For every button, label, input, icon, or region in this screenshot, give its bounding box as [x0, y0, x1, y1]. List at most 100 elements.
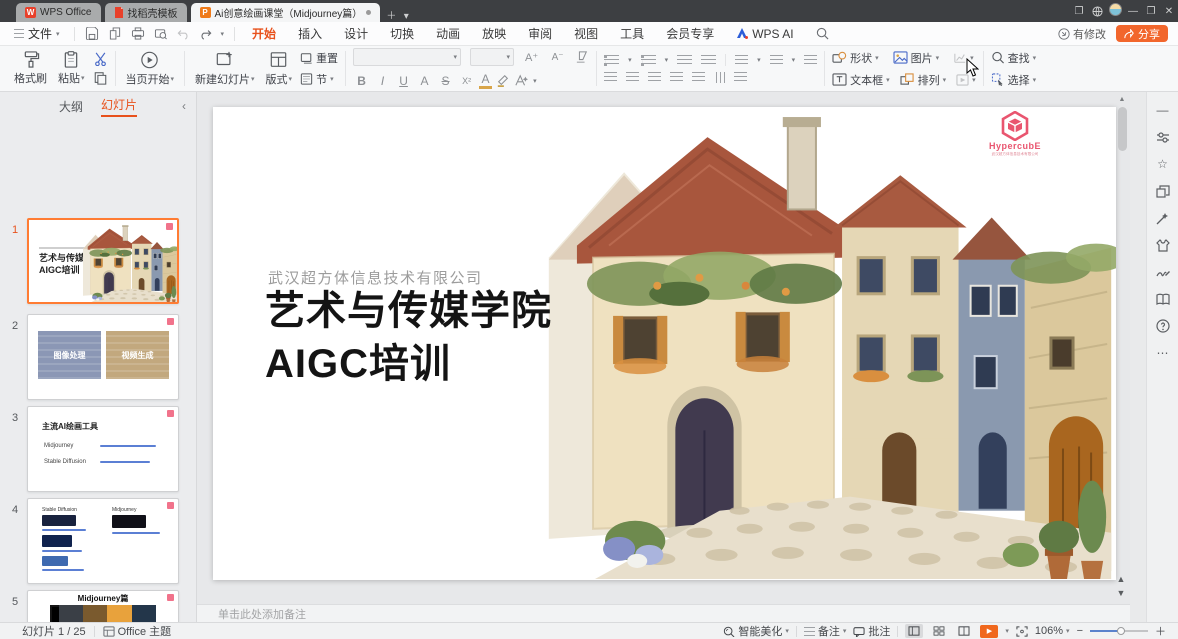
shapes-button[interactable]: 形状▾ [832, 50, 879, 66]
italic-button[interactable]: I [374, 74, 391, 88]
format-painter-button[interactable]: 格式刷 [11, 51, 50, 86]
bold-button[interactable]: B [353, 74, 370, 88]
tab-list-button[interactable]: ▾ [400, 11, 412, 22]
output-icon[interactable] [108, 27, 122, 40]
village-illustration[interactable] [544, 107, 1116, 579]
magic-wand-icon[interactable] [1155, 210, 1171, 226]
scroll-up-icon[interactable]: ▲ [1116, 96, 1128, 103]
align-left-icon[interactable] [604, 72, 617, 83]
menu-animation[interactable]: 动画 [425, 25, 471, 42]
slide-thumbnail-2[interactable]: 图像处理 视频生成 [27, 314, 179, 400]
slide-title-text[interactable]: 艺术与传媒学院 AIGC培训 [265, 285, 552, 391]
play-options-icon[interactable]: ▾ [1005, 627, 1009, 635]
bullet-list-icon[interactable] [604, 55, 619, 66]
paragraph-settings-icon[interactable] [804, 55, 817, 66]
duplicate-icon[interactable] [1155, 183, 1171, 199]
menu-home[interactable]: 开始 [241, 25, 287, 42]
slide-sorter-view-button[interactable] [930, 624, 948, 638]
more-tools-icon[interactable]: ⋯ [1155, 345, 1171, 361]
avatar[interactable] [1106, 3, 1124, 19]
tab-wps-office[interactable]: W WPS Office [16, 3, 101, 22]
zoom-in-button[interactable]: ＋ [1155, 623, 1166, 639]
effects-star-icon[interactable]: ☆ [1155, 156, 1171, 172]
collapse-panel-button[interactable]: ‹ [182, 99, 186, 113]
picture-button[interactable]: 图片▾ [893, 50, 940, 66]
tab-current-presentation[interactable]: P Ai创意绘画课堂（Midjourney篇） [191, 3, 381, 22]
reference-book-icon[interactable] [1155, 291, 1171, 307]
reading-view-button[interactable] [955, 624, 973, 638]
properties-sliders-icon[interactable] [1155, 129, 1171, 145]
help-icon[interactable] [1155, 318, 1171, 334]
signature-icon[interactable] [1155, 264, 1171, 280]
share-button[interactable]: 分享 [1116, 25, 1168, 42]
notes-placeholder[interactable]: 单击此处添加备注 [197, 606, 306, 622]
text-effects-icon[interactable] [514, 74, 529, 87]
chevron-down-icon[interactable]: ▾ [221, 30, 225, 38]
text-direction-icon[interactable] [735, 55, 748, 66]
print-preview-icon[interactable] [154, 27, 168, 40]
file-menu[interactable]: 文件 ▾ [0, 25, 68, 42]
strikethrough-button[interactable]: S [437, 74, 454, 88]
comments-button[interactable]: 批注 [853, 623, 890, 639]
slide-layout-button[interactable]: 版式▾ [263, 51, 296, 87]
normal-view-button[interactable] [905, 624, 923, 638]
zoom-out-button[interactable]: − [1077, 625, 1083, 637]
ribbon-search[interactable] [805, 27, 840, 40]
skin-icon[interactable] [1155, 237, 1171, 253]
menu-insert[interactable]: 插入 [287, 25, 333, 42]
menu-design[interactable]: 设计 [333, 25, 379, 42]
indent-marks-icon[interactable] [734, 72, 747, 83]
scrollbar-thumb[interactable] [1118, 107, 1127, 151]
section-button[interactable]: 节▾ [300, 71, 338, 87]
increase-font-button[interactable]: A⁺ [523, 51, 540, 64]
smart-beautify-button[interactable]: 智能美化▾ [723, 623, 789, 639]
maximize-button[interactable]: ❐ [1142, 6, 1160, 17]
highlight-pen-icon[interactable] [496, 74, 510, 87]
notes-button[interactable]: 备注▾ [804, 623, 847, 639]
underline-button[interactable]: U [395, 74, 412, 88]
new-tab-button[interactable]: ＋ [382, 7, 400, 22]
undo-icon[interactable] [177, 28, 190, 40]
modified-status[interactable]: 有修改 [1058, 26, 1106, 42]
notes-bar[interactable]: 单击此处添加备注 [197, 604, 1130, 622]
reset-button[interactable]: 重置 [300, 50, 338, 66]
font-size-select[interactable]: ▾ [470, 48, 514, 66]
distribute-icon[interactable] [692, 72, 705, 83]
slideshow-play-button[interactable]: ▶ [980, 625, 998, 638]
tab-docer-templates[interactable]: 找稻壳模板 [105, 3, 187, 22]
previous-slide-button[interactable]: ▲ [1115, 574, 1127, 584]
theme-selector[interactable]: Office 主题 [103, 623, 172, 639]
font-name-select[interactable]: ▾ [353, 48, 461, 66]
numbered-list-icon[interactable] [641, 55, 656, 66]
slide-thumbnail-4[interactable]: Stable Diffusion Midjourney [27, 498, 179, 584]
clear-format-icon[interactable] [575, 51, 589, 63]
textbox-button[interactable]: 文本框▾ [832, 72, 890, 88]
font-color-button[interactable]: A [479, 72, 492, 89]
menu-review[interactable]: 审阅 [517, 25, 563, 42]
menu-slideshow[interactable]: 放映 [471, 25, 517, 42]
arrange-button[interactable]: 排列▾ [900, 72, 947, 88]
menu-membership[interactable]: 会员专享 [655, 25, 725, 42]
menu-wps-ai[interactable]: WPS AI [725, 27, 804, 41]
tab-slides[interactable]: 幻灯片 [101, 96, 137, 117]
align-center-icon[interactable] [626, 72, 639, 83]
redo-icon[interactable] [199, 28, 212, 40]
slide-thumbnail-3[interactable]: 主流AI绘画工具 Midjourney Stable Diffusion [27, 406, 179, 492]
char-effect-button[interactable]: A [416, 74, 433, 88]
menu-transition[interactable]: 切换 [379, 25, 425, 42]
collapse-sidebar-icon[interactable]: — [1155, 102, 1171, 118]
canvas-scrollbar[interactable]: ▲ [1116, 96, 1128, 151]
menu-view[interactable]: 视图 [563, 25, 609, 42]
close-button[interactable]: ✕ [1160, 6, 1178, 17]
tab-outline[interactable]: 大纲 [59, 98, 83, 115]
globe-icon[interactable] [1088, 6, 1106, 17]
superscript-button[interactable]: X² [458, 76, 475, 86]
next-slide-button[interactable]: ▼ [1115, 588, 1127, 598]
copy-icon[interactable] [93, 71, 108, 85]
increase-indent-icon[interactable] [701, 55, 716, 66]
minimize-button[interactable]: — [1124, 6, 1142, 17]
new-slide-button[interactable]: 新建幻灯片▾ [192, 51, 258, 87]
select-button[interactable]: 选择▾ [991, 72, 1037, 88]
cut-icon[interactable] [93, 52, 108, 66]
decrease-font-button[interactable]: A⁻ [549, 52, 566, 63]
